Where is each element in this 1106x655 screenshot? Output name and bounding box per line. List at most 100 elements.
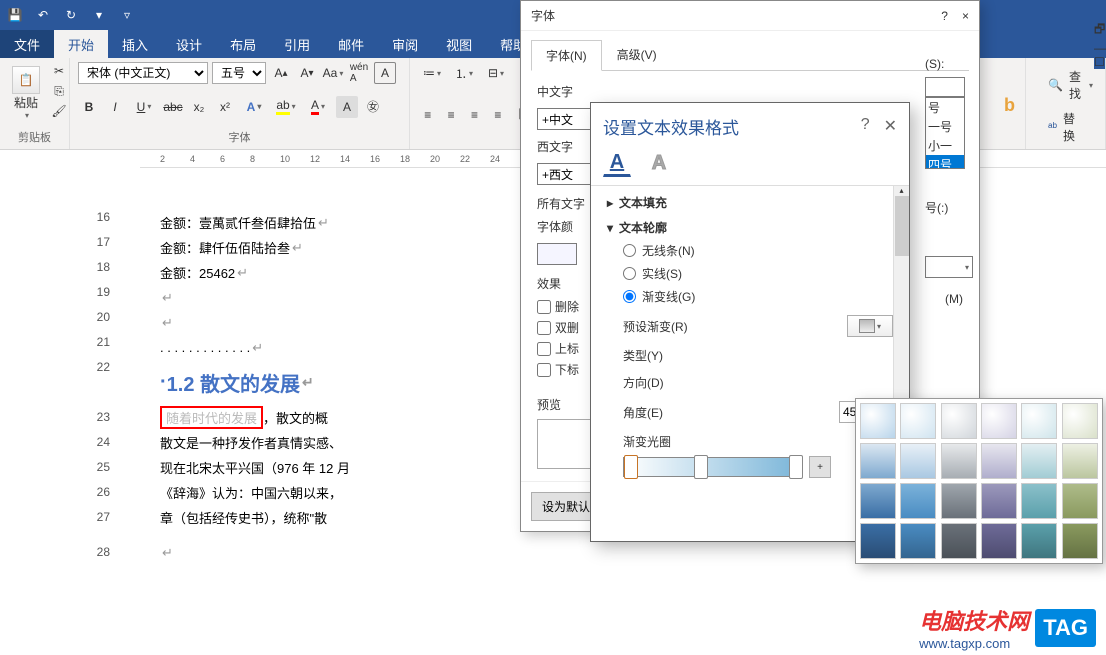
align-justify-icon[interactable]: ≡ [488, 104, 507, 126]
align-left-icon[interactable]: ≡ [418, 104, 437, 126]
help-icon[interactable]: ? [861, 116, 870, 136]
gradient-swatch[interactable] [1062, 523, 1098, 559]
highlight-color-icon[interactable]: ab▾ [272, 96, 300, 118]
menu-review[interactable]: 审阅 [378, 30, 432, 58]
copy-icon[interactable]: ⎘ [48, 82, 70, 100]
phonetic-guide-icon[interactable]: wénA [348, 62, 370, 84]
font-name-select[interactable]: 宋体 (中文正文) [78, 62, 208, 84]
bullets-icon[interactable]: ≔▾ [418, 62, 446, 84]
qat-more-icon[interactable]: ▾ [89, 5, 109, 25]
menu-view[interactable]: 视图 [432, 30, 486, 58]
selected-text[interactable]: 随着时代的发展 [160, 406, 263, 429]
underline-combo[interactable]: ▾ [925, 256, 973, 278]
font-color-icon[interactable]: A▾ [304, 96, 332, 118]
scroll-thumb[interactable] [895, 196, 909, 256]
gradient-stop-handle[interactable] [624, 455, 638, 479]
section-text-outline[interactable]: ▾文本轮廓 [607, 219, 893, 236]
decrease-font-icon[interactable]: A▾ [296, 62, 318, 84]
find-button[interactable]: 🔍查找▾ [1044, 66, 1087, 104]
redo-icon[interactable]: ↻ [61, 5, 81, 25]
undo-icon[interactable]: ↶ [33, 5, 53, 25]
radio-no-line[interactable]: 无线条(N) [623, 242, 893, 259]
gradient-swatch[interactable] [1062, 483, 1098, 519]
gradient-swatch[interactable] [1062, 403, 1098, 439]
text-effects-icon[interactable]: A▾ [240, 96, 268, 118]
underline-button[interactable]: U▾ [130, 96, 158, 118]
gradient-swatch[interactable] [860, 403, 896, 439]
gradient-swatch[interactable] [1062, 443, 1098, 479]
gradient-swatch[interactable] [981, 523, 1017, 559]
gradient-swatch[interactable] [941, 483, 977, 519]
gradient-swatch[interactable] [900, 443, 936, 479]
preset-gradient-combo[interactable]: ▾ [847, 315, 893, 337]
gradient-swatch[interactable] [981, 483, 1017, 519]
gradient-swatch[interactable] [941, 443, 977, 479]
menu-mailings[interactable]: 邮件 [324, 30, 378, 58]
menu-layout[interactable]: 布局 [216, 30, 270, 58]
paste-button[interactable]: 📋 粘贴 ▾ [8, 62, 44, 124]
qat-customize-icon[interactable]: ▿ [117, 5, 137, 25]
increase-font-icon[interactable]: A▴ [270, 62, 292, 84]
western-font-input[interactable] [537, 163, 597, 185]
text-fill-mode-icon[interactable]: A [603, 149, 631, 177]
size-listbox[interactable]: 号 一号 小一 四号 [925, 97, 965, 169]
window-restore-icon[interactable]: 🗗 [1094, 20, 1106, 41]
gradient-swatch[interactable] [1021, 523, 1057, 559]
gradient-swatch[interactable] [860, 443, 896, 479]
radio-gradient-line[interactable]: 渐变线(G) [623, 288, 893, 305]
bold-button[interactable]: B [78, 96, 100, 118]
gradient-swatch[interactable] [900, 403, 936, 439]
gradient-slider[interactable]: + [623, 456, 893, 478]
close-icon[interactable]: × [962, 9, 969, 23]
styles-gallery[interactable]: b [996, 58, 1026, 149]
numbering-icon[interactable]: ⒈▾ [450, 62, 478, 84]
menu-file[interactable]: 文件 [0, 30, 54, 58]
gradient-swatch[interactable] [860, 483, 896, 519]
align-right-icon[interactable]: ≡ [465, 104, 484, 126]
gradient-stop-handle[interactable] [789, 455, 803, 479]
superscript-button[interactable]: x² [214, 96, 236, 118]
gradient-swatch[interactable] [1021, 443, 1057, 479]
gradient-stop-handle[interactable] [694, 455, 708, 479]
help-icon[interactable]: ? [941, 9, 948, 23]
close-icon[interactable]: ✕ [884, 116, 897, 136]
gradient-bar[interactable] [623, 457, 803, 477]
font-size-select[interactable]: 五号 [212, 62, 266, 84]
char-border-icon[interactable]: A [374, 62, 396, 84]
multilevel-icon[interactable]: ⊟▾ [482, 62, 510, 84]
gradient-swatch[interactable] [1021, 483, 1057, 519]
radio-solid-line[interactable]: 实线(S) [623, 265, 893, 282]
strikethrough-button[interactable]: abc [162, 96, 184, 118]
text-outline-mode-icon[interactable]: A [645, 149, 673, 177]
menu-design[interactable]: 设计 [162, 30, 216, 58]
save-icon[interactable]: 💾 [5, 5, 25, 25]
format-painter-icon[interactable]: 🖌 [48, 102, 70, 120]
tab-advanced[interactable]: 高级(V) [602, 39, 672, 70]
align-center-icon[interactable]: ≡ [441, 104, 460, 126]
char-shading-icon[interactable]: A [336, 96, 358, 118]
italic-button[interactable]: I [104, 96, 126, 118]
menu-insert[interactable]: 插入 [108, 30, 162, 58]
cut-icon[interactable]: ✂ [48, 62, 70, 80]
change-case-icon[interactable]: Aa▾ [322, 62, 344, 84]
tab-font[interactable]: 字体(N) [531, 40, 602, 71]
gradient-swatch[interactable] [900, 523, 936, 559]
section-text-fill[interactable]: ▸文本填充 [607, 194, 893, 211]
font-color-combo[interactable] [537, 243, 577, 265]
chinese-font-input[interactable] [537, 108, 597, 130]
menu-references[interactable]: 引用 [270, 30, 324, 58]
gradient-swatch[interactable] [1021, 403, 1057, 439]
gradient-swatch[interactable] [941, 523, 977, 559]
gradient-swatch[interactable] [900, 483, 936, 519]
add-stop-button[interactable]: + [809, 456, 831, 478]
replace-button[interactable]: ᵃᵇ替换 [1044, 108, 1087, 146]
enclose-char-icon[interactable]: ㊛ [362, 96, 384, 118]
subscript-button[interactable]: x₂ [188, 96, 210, 118]
size-input[interactable] [925, 77, 965, 97]
window-minimize-icon[interactable]: — [1094, 41, 1106, 55]
gradient-swatch[interactable] [860, 523, 896, 559]
menu-home[interactable]: 开始 [54, 30, 108, 58]
gradient-swatch[interactable] [981, 403, 1017, 439]
gradient-swatch[interactable] [941, 403, 977, 439]
gradient-swatch[interactable] [981, 443, 1017, 479]
